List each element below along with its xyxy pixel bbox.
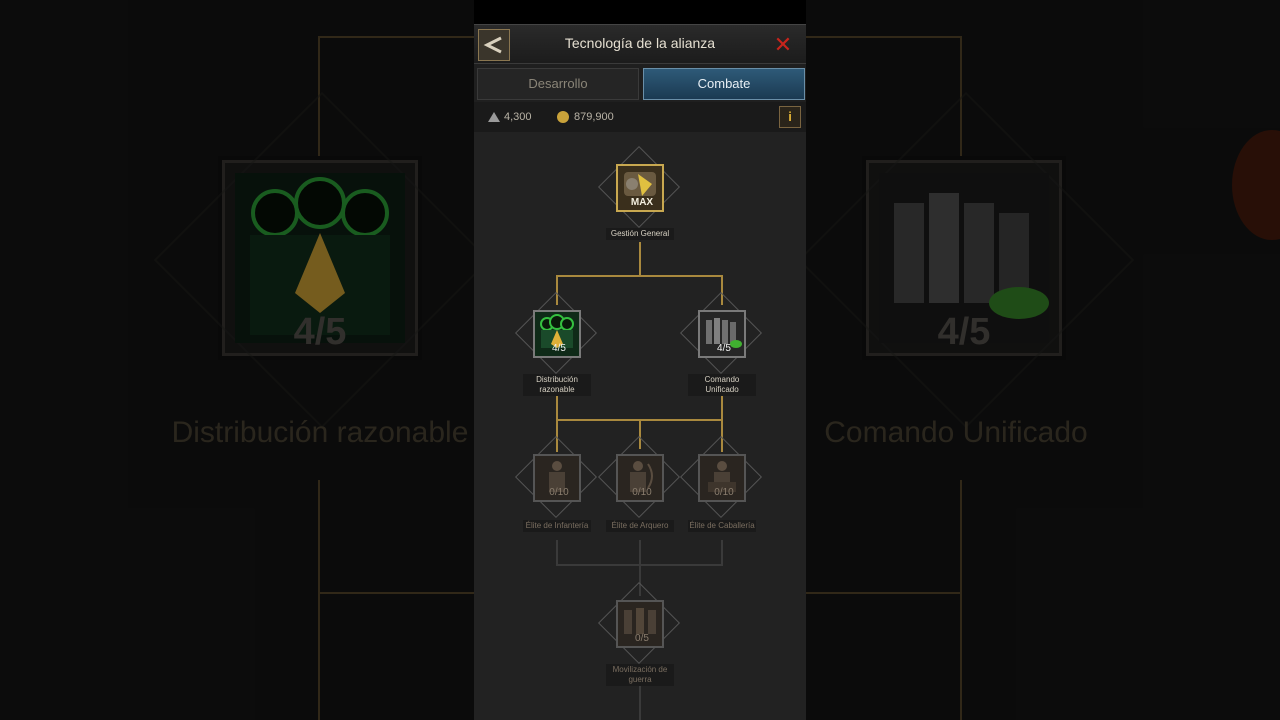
alliance-honor-icon [488,112,500,122]
close-icon: ✕ [773,32,793,57]
header-bar: Tecnología de la alianza ✕ [474,24,806,64]
alliance-contribution-icon [557,111,569,123]
tab-combate[interactable]: Combate [643,68,805,100]
contribution-value: 879,900 [574,111,614,123]
label-gestion-general: Gestión General [606,228,674,240]
label-comando-unificado: Comando Unificado [688,374,756,396]
tab-desarrollo[interactable]: Desarrollo [477,68,639,100]
node-gestion-general[interactable]: MAX [597,145,681,229]
label-elite-infanteria: Élite de Infantería [523,520,591,532]
page-title: Tecnología de la alianza [564,35,716,51]
alliance-tech-panel: Tecnología de la alianza ✕ Desarrollo Co… [474,0,806,720]
label-distribucion-razonable: Distribución razonable [523,374,591,396]
info-icon: i [788,109,792,124]
honor-value: 4,300 [504,111,532,123]
label-elite-arquero: Élite de Arquero [606,520,674,532]
node-comando-unificado[interactable]: 4/5 [679,291,763,375]
label-elite-caballeria: Élite de Caballería [688,520,756,532]
node-movilizacion-guerra[interactable]: 0/5 [597,581,681,665]
node-distribucion-razonable[interactable]: 4/5 [514,291,598,375]
contribution-resource: 879,900 [554,110,614,124]
honor-resource: 4,300 [486,110,532,124]
close-button[interactable]: ✕ [772,34,794,56]
label-movilizacion-guerra: Movilización de guerra [606,664,674,686]
background-left: 4/5 Distribución razonable [0,0,474,720]
node-elite-infanteria[interactable]: 0/10 [514,435,598,519]
resource-bar: 4,300 879,900 [474,102,806,132]
info-button[interactable]: i [779,106,801,128]
tech-tree: MAX Gestión General 4/5 Distribución raz… [474,132,806,720]
background-right: 4/5 Comando Unificado [806,0,1280,720]
node-elite-arquero[interactable]: 0/10 [597,435,681,519]
node-elite-caballeria[interactable]: 0/10 [679,435,763,519]
tab-bar: Desarrollo Combate [474,68,806,100]
